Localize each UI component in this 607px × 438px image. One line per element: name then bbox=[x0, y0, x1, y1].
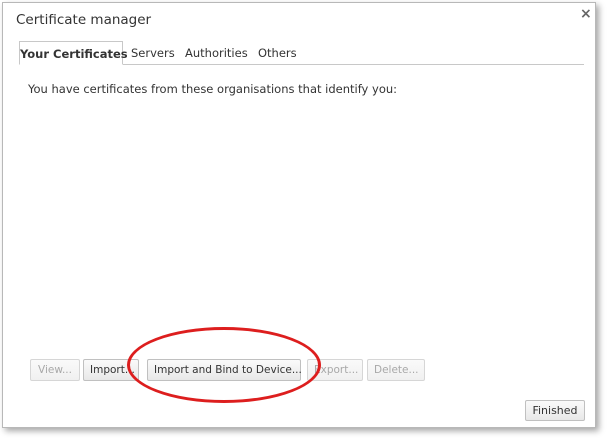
finished-button[interactable]: Finished bbox=[525, 400, 585, 421]
tab-others[interactable]: Others bbox=[258, 43, 297, 64]
import-button[interactable]: Import... bbox=[83, 359, 139, 381]
view-button[interactable]: View... bbox=[30, 359, 80, 381]
certificate-manager-dialog: Certificate manager × Your Certificates … bbox=[2, 2, 596, 428]
tab-your-certificates[interactable]: Your Certificates bbox=[19, 41, 128, 65]
export-button[interactable]: Export... bbox=[307, 359, 363, 381]
tab-servers[interactable]: Servers bbox=[131, 43, 175, 64]
certificates-description: You have certificates from these organis… bbox=[28, 82, 398, 96]
close-icon[interactable]: × bbox=[580, 7, 592, 21]
delete-button[interactable]: Delete... bbox=[367, 359, 425, 381]
tab-authorities[interactable]: Authorities bbox=[185, 43, 248, 64]
import-and-bind-button[interactable]: Import and Bind to Device... bbox=[147, 359, 302, 381]
dialog-title: Certificate manager bbox=[16, 12, 152, 28]
